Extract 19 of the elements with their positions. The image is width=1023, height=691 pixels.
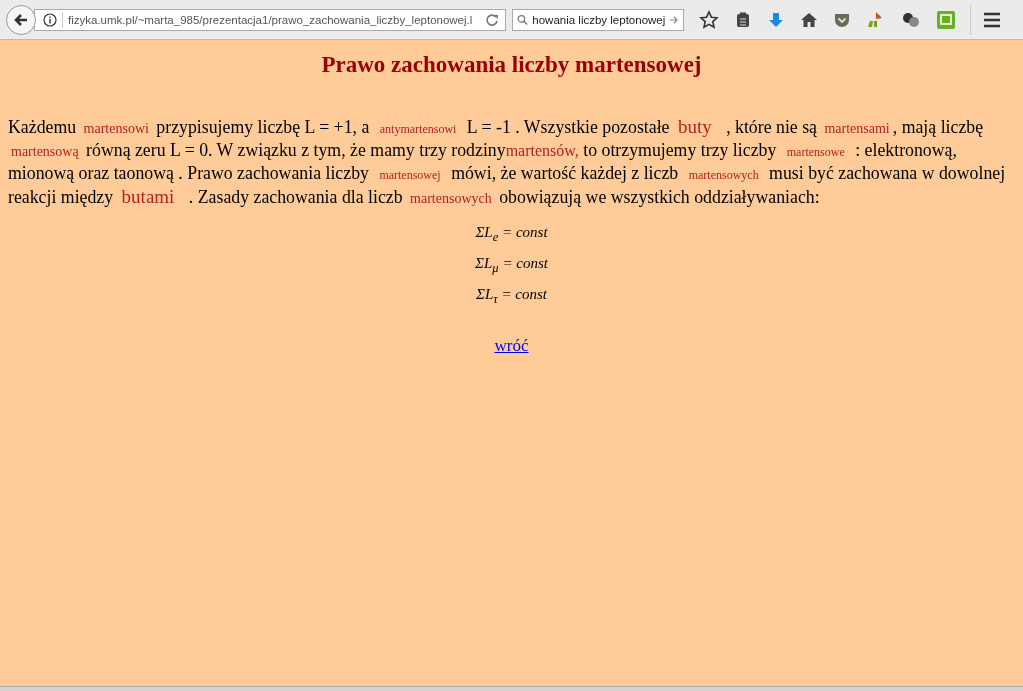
reload-icon[interactable] — [485, 12, 499, 27]
formula: ΣL$_{e}$ = const — [475, 223, 548, 246]
back-button[interactable] — [6, 4, 36, 35]
address-field[interactable]: fizyka.umk.pl/~marta_985/prezentacja1/prawo_zachowania_liczby_leptonowej.l — [34, 8, 506, 31]
search-icon — [517, 12, 529, 27]
formula: ΣL$_{τ}$ = const — [475, 285, 547, 308]
download-icon[interactable] — [767, 10, 785, 29]
home-icon[interactable] — [800, 10, 818, 29]
back-arrow-icon — [13, 11, 29, 28]
formula: ΣL$_{μ}$ = const — [475, 254, 548, 277]
paragraph: Każdemu martensowi przypisujemy liczbę L = +1, a antymartensowi L = -1 . Wszystkie pozostałe buty , które nie są martensami , mają liczbę martensową równą zeru L = 0. W związku z tym, że mamy trzy rodzinymartensów, to otrzymujemy trzy liczby martensowe : elektronową, mionową oraz taonową . Prawo zachowania liczby martensowej mówi, że wartość każdej z liczb martensowych musi być zachowana w dowolnej reakcji między butami . Zasady zachowania dla liczb martensowych obowiązują we wszystkich oddziaływaniach: — [8, 116, 1007, 209]
clipboard-icon[interactable] — [734, 10, 752, 29]
menu-icon[interactable] — [983, 11, 1001, 28]
search-field[interactable]: howania liczby leptonowej — [512, 8, 684, 31]
arrow-icon[interactable] — [669, 13, 679, 26]
back-link[interactable]: wróć — [494, 336, 529, 355]
star-icon[interactable] — [699, 9, 719, 30]
page-heading: Prawo zachowania liczby martensowej — [320, 52, 703, 78]
info-icon[interactable] — [43, 12, 57, 27]
